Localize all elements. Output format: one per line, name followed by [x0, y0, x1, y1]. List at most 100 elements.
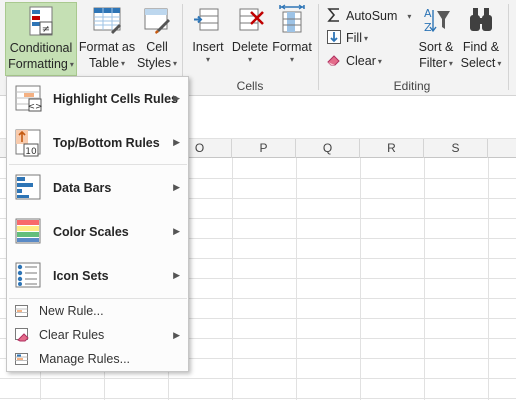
menu-item-icon-sets[interactable]: Icon Sets ▶: [7, 256, 188, 296]
dropdown-caret-icon: ▾: [289, 55, 294, 64]
sort-filter-button[interactable]: A Z Sort & Filter ▾: [414, 2, 458, 76]
grid-line: [296, 158, 297, 400]
submenu-arrow-icon: ▶: [173, 137, 180, 147]
color-scales-icon: [15, 218, 47, 246]
clear-label: Clear: [346, 54, 376, 68]
format-as-table-button[interactable]: Format as Table ▾: [78, 2, 136, 76]
submenu-arrow-icon: ▶: [173, 270, 180, 280]
menu-item-label: Data Bars: [53, 181, 112, 195]
new-rule-icon: [14, 303, 30, 319]
column-header-r[interactable]: R: [360, 139, 424, 158]
menu-separator: [9, 164, 187, 165]
format-as-table-label-1: Format as: [78, 40, 136, 54]
conditional-formatting-label-1: Conditional: [9, 41, 73, 55]
highlight-cells-icon: <>: [15, 85, 47, 113]
cell-styles-label-2: Styles: [136, 56, 172, 70]
dropdown-caret-icon: ▾: [377, 57, 382, 66]
svg-text:A: A: [424, 7, 432, 20]
dropdown-caret-icon: ▾: [363, 34, 368, 43]
conditional-formatting-button[interactable]: ≠ Conditional Formatting ▾: [5, 2, 77, 76]
clear-button[interactable]: Clear ▾: [326, 51, 382, 71]
cells-group-label: Cells: [236, 79, 264, 93]
dropdown-caret-icon: ▾: [247, 55, 252, 64]
menu-item-label: Highlight Cells Rules: [53, 92, 179, 106]
menu-item-label: Manage Rules...: [39, 352, 131, 366]
menu-item-label: Top/Bottom Rules: [53, 136, 160, 150]
column-header-q[interactable]: Q: [296, 139, 360, 158]
grid-line: [232, 158, 233, 400]
insert-cells-icon: [192, 4, 224, 36]
grid-line: [488, 158, 489, 400]
sort-filter-icon: A Z: [420, 4, 452, 36]
svg-text:<>: <>: [27, 102, 42, 112]
top-bottom-icon: 10: [15, 129, 47, 157]
group-separator: [318, 4, 319, 90]
autosum-label: AutoSum: [346, 9, 398, 23]
editing-group-label: Editing: [393, 79, 431, 93]
fill-down-icon: [326, 29, 342, 45]
submenu-arrow-icon: ▶: [173, 330, 180, 340]
insert-button[interactable]: Insert ▾: [186, 2, 230, 76]
dropdown-caret-icon: ▾: [120, 59, 125, 68]
dropdown-caret-icon: ▾: [69, 60, 74, 69]
format-as-table-label-2: Table: [89, 56, 119, 70]
manage-rules-icon: [14, 351, 30, 367]
delete-button[interactable]: Delete ▾: [230, 2, 270, 76]
sort-filter-label-1: Sort &: [418, 40, 454, 54]
grid-line: [0, 398, 516, 399]
fill-label: Fill: [346, 31, 362, 45]
cell-styles-label-1: Cell: [146, 40, 168, 54]
clear-rules-icon: [14, 327, 30, 343]
conditional-formatting-label-2: Formatting: [8, 57, 68, 71]
format-button[interactable]: Format ▾: [270, 2, 314, 76]
menu-item-data-bars[interactable]: Data Bars ▶: [7, 168, 188, 208]
insert-label: Insert: [192, 40, 224, 54]
autosum-icon: [326, 7, 342, 23]
cell-styles-icon: [141, 4, 173, 36]
format-as-table-icon: [91, 4, 123, 36]
find-select-label-1: Find &: [462, 40, 500, 54]
dropdown-caret-icon: ▾: [173, 59, 178, 68]
find-select-label-2: Select: [460, 56, 496, 70]
fill-button[interactable]: Fill ▾: [326, 28, 368, 48]
sort-filter-label-2: Filter: [419, 56, 447, 70]
dropdown-caret-icon: ▾: [497, 59, 502, 68]
find-select-button[interactable]: Find & Select ▾: [458, 2, 504, 76]
format-cells-icon: [276, 4, 308, 36]
icon-sets-icon: [15, 262, 47, 290]
grid-line: [0, 378, 516, 379]
delete-label: Delete: [231, 40, 269, 54]
submenu-arrow-icon: ▶: [173, 182, 180, 192]
binoculars-icon: [465, 4, 497, 36]
data-bars-icon: [15, 174, 47, 202]
eraser-icon: [326, 52, 342, 68]
column-header-p[interactable]: P: [232, 139, 296, 158]
svg-text:≠: ≠: [42, 24, 50, 35]
cell-styles-button[interactable]: Cell Styles ▾: [136, 2, 178, 76]
conditional-formatting-icon: ≠: [25, 5, 57, 37]
menu-item-label: Icon Sets: [53, 269, 109, 283]
top-bottom-badge: 10: [25, 147, 37, 157]
menu-item-clear-rules[interactable]: Clear Rules ▶: [7, 323, 188, 347]
format-label: Format: [272, 40, 312, 54]
grid-line: [360, 158, 361, 400]
menu-item-new-rule[interactable]: New Rule...: [7, 299, 188, 323]
dropdown-caret-icon: ▾: [205, 55, 210, 64]
menu-item-highlight-cells-rules[interactable]: <> Highlight Cells Rules ▶: [7, 79, 188, 119]
menu-item-label: New Rule...: [39, 304, 104, 318]
dropdown-caret-icon: ▾: [448, 59, 453, 68]
grid-line: [424, 158, 425, 400]
menu-item-top-bottom-rules[interactable]: 10 Top/Bottom Rules ▶: [7, 123, 188, 163]
menu-item-label: Color Scales: [53, 225, 129, 239]
menu-item-label: Clear Rules: [39, 328, 105, 342]
group-separator: [508, 4, 509, 90]
dropdown-caret-icon: ▾: [407, 12, 412, 21]
menu-item-manage-rules[interactable]: Manage Rules...: [7, 347, 188, 371]
column-header-s[interactable]: S: [424, 139, 488, 158]
menu-item-color-scales[interactable]: Color Scales ▶: [7, 212, 188, 252]
submenu-arrow-icon: ▶: [173, 226, 180, 236]
conditional-formatting-menu: <> Highlight Cells Rules ▶ 10 Top/Bottom…: [6, 76, 189, 372]
submenu-arrow-icon: ▶: [173, 93, 180, 103]
autosum-button[interactable]: AutoSum ▾: [326, 6, 411, 26]
delete-cells-icon: [234, 4, 266, 36]
